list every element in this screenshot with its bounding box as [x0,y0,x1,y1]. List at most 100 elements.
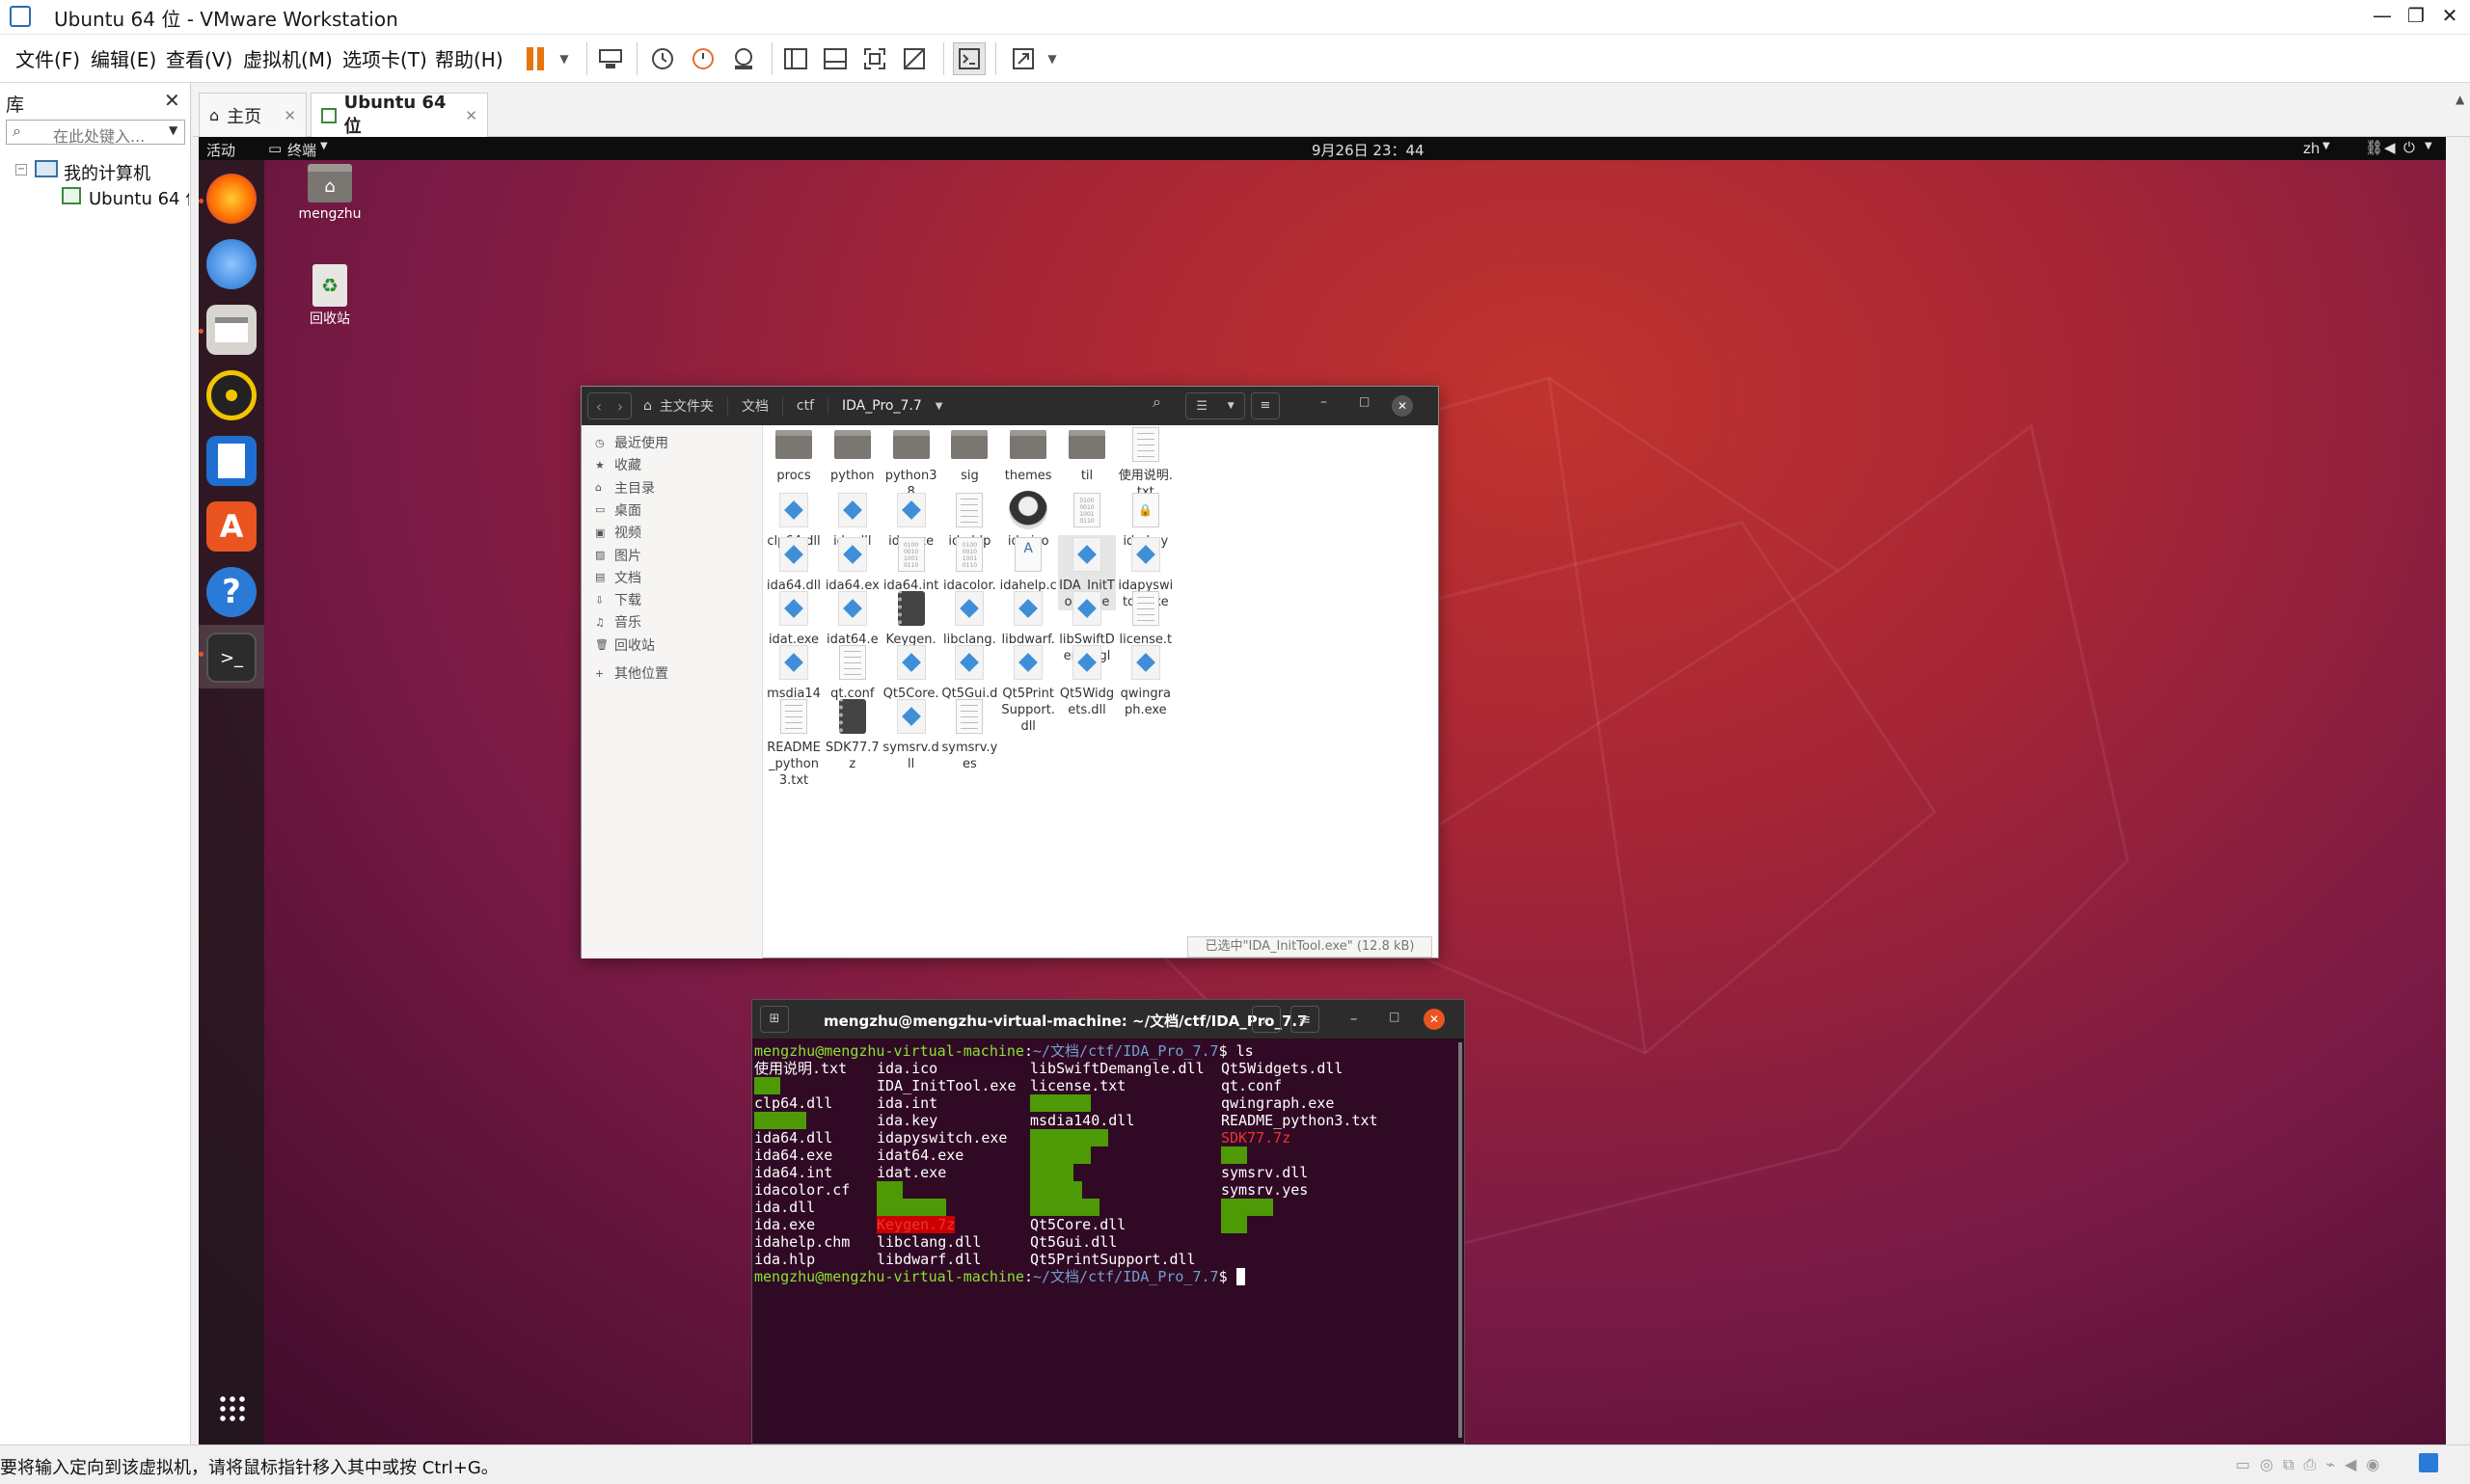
tab-home[interactable]: ⌂ 主页 ✕ [199,93,307,137]
file-item[interactable]: Qt5PrintSupport.dll [999,643,1057,735]
tab-close-icon[interactable]: ✕ [465,107,477,124]
app-menu[interactable]: 终端 [287,140,316,160]
revert-snapshot-icon[interactable] [687,42,719,75]
network-icon[interactable]: ⛓ [2365,139,2383,156]
usb-icon[interactable]: ⌁ [2325,1455,2335,1476]
file-item[interactable]: symsrv.yes [940,697,998,772]
stretch-guest-icon[interactable] [1007,42,1040,75]
file-item[interactable]: python38 [882,425,940,500]
sound-icon[interactable]: ◀ [2345,1455,2356,1476]
app-menu-arrow-icon[interactable]: ▼ [320,141,328,151]
search-dropdown-icon[interactable]: ▼ [169,123,177,137]
maximize-icon[interactable]: □ [1359,394,1370,408]
close-icon[interactable]: ✕ [1424,1009,1445,1030]
back-icon[interactable]: ‹ [596,397,602,416]
sidebar-item-other-locations[interactable]: + 其他位置 [595,663,668,683]
tab-close-icon[interactable]: ✕ [284,107,296,124]
forward-icon[interactable]: › [617,397,623,416]
sidebar-item-starred[interactable]: ★ 收藏 [595,455,641,474]
full-screen-icon[interactable] [858,42,891,75]
firefox-icon[interactable] [206,174,257,224]
pause-dropdown-icon[interactable]: ▼ [548,42,581,75]
tree-collapse-icon[interactable]: − [15,164,27,175]
sidebar-item-documents[interactable]: ▤ 文档 [595,568,641,587]
printer-icon[interactable]: ⎙ [2304,1455,2317,1476]
breadcrumb-ctf[interactable]: ctf [783,398,829,414]
path-menu-arrow-icon[interactable]: ▼ [930,401,943,412]
desktop-home-folder[interactable]: ⌂ mengzhu [291,164,368,222]
sidebar-item-desktop[interactable]: ▭ 桌面 [595,500,641,520]
thunderbird-icon[interactable] [206,239,257,289]
minimize-button[interactable]: — [2363,4,2402,27]
help-icon[interactable]: ? [206,567,257,617]
scroll-up-icon[interactable]: ▲ [2456,93,2464,106]
menu-edit[interactable]: 编辑(E) [91,44,156,72]
breadcrumb-home[interactable]: 主文件夹 [658,396,728,416]
file-item[interactable]: SDK77.7z [824,697,882,772]
close-icon[interactable]: ✕ [1392,395,1413,417]
snapshot-icon[interactable] [646,42,679,75]
hamburger-menu-icon[interactable]: ≡ [1290,1006,1319,1033]
software-center-icon[interactable]: A [206,501,257,552]
file-item[interactable]: symsrv.dll [882,697,940,772]
file-item[interactable]: idat.exe [765,589,823,648]
menu-tabs[interactable]: 选项卡(T) [342,44,427,72]
tab-ubuntu[interactable]: Ubuntu 64 位 ✕ [311,93,488,137]
search-icon[interactable]: ⌕ [1252,1006,1281,1033]
vm-display[interactable]: 活动 ▭ 终端 ▼ 9月26日 23：44 zh ▼ ⛓ ◀ ⏻ ▼ A ? >… [199,137,2446,1444]
show-library-icon[interactable] [779,42,812,75]
terminal-output[interactable]: mengzhu@mengzhu-virtual-machine:~/文档/ctf… [752,1042,1462,1444]
power-icon[interactable]: ⏻ [2403,139,2415,156]
file-item[interactable]: README_python3.txt [765,697,823,789]
stretch-dropdown-icon[interactable]: ▼ [1036,42,1069,75]
network-adapter-icon[interactable]: ⧉ [2283,1455,2294,1476]
thumbnail-bar-icon[interactable] [819,42,852,75]
file-item[interactable]: 0100 0010 1001 0110 ida64.int [882,535,940,594]
pause-button[interactable] [519,42,552,75]
snapshot-manager-icon[interactable] [727,42,760,75]
file-item[interactable]: ida64.dll [765,535,823,594]
file-item[interactable]: Qt5Widgets.dll [1058,643,1116,718]
file-item[interactable]: sig [940,425,998,484]
file-item[interactable]: til [1058,425,1116,484]
unity-mode-icon[interactable] [898,42,931,75]
sidebar-item-music[interactable]: ♫ 音乐 [595,612,641,632]
activities-button[interactable]: 活动 [206,140,235,160]
breadcrumb-docs[interactable]: 文档 [728,396,783,416]
tree-vm-label[interactable]: Ubuntu 64 位 [89,185,189,210]
breadcrumb-current[interactable]: IDA_Pro_7.7 [828,398,930,414]
tree-root-label[interactable]: 我的计算机 [64,160,150,185]
file-item[interactable]: themes [999,425,1057,484]
close-button[interactable]: ✕ [2430,4,2469,27]
terminal-window[interactable]: ⊞ mengzhu@mengzhu-virtual-machine: ~/文档/… [751,999,1465,1444]
sidebar-item-trash[interactable]: 🗑 回收站 [595,635,655,655]
file-item[interactable]: procs [765,425,823,484]
desktop-trash[interactable]: ♻ 回收站 [291,264,368,328]
restore-button[interactable]: ❐ [2397,4,2435,27]
menu-vm[interactable]: 虚拟机(M) [243,44,333,72]
language-arrow-icon[interactable]: ▼ [2322,141,2330,151]
file-item[interactable]: qt.conf [824,643,882,702]
hard-disk-icon[interactable]: ▭ [2236,1455,2250,1476]
sidebar-item-home[interactable]: ⌂ 主目录 [595,478,655,498]
minimize-icon[interactable]: – [1320,394,1327,410]
new-tab-icon[interactable]: ⊞ [760,1006,789,1033]
menu-file[interactable]: 文件(F) [15,44,80,72]
view-options-arrow-icon[interactable]: ▼ [1228,401,1235,411]
system-menu-arrow-icon[interactable]: ▼ [2425,141,2432,151]
file-item[interactable]: python [824,425,882,484]
hamburger-menu-icon[interactable]: ≡ [1251,392,1280,419]
file-item[interactable]: 使用说明.txt [1117,425,1175,500]
terminal-scrollbar[interactable] [1458,1042,1462,1438]
maximize-icon[interactable]: □ [1389,1010,1399,1023]
library-search-input[interactable]: ⌕ 在此处键入... ▼ [6,120,185,146]
send-ctrl-alt-del-icon[interactable] [594,42,627,75]
files-icon[interactable] [206,305,257,355]
menu-help[interactable]: 帮助(H) [435,44,503,72]
file-item[interactable]: qwingraph.exe [1117,643,1175,718]
sidebar-item-downloads[interactable]: ⇩ 下载 [595,590,641,609]
minimize-icon[interactable]: – [1350,1010,1358,1027]
console-view-icon[interactable] [953,42,986,75]
language-indicator[interactable]: zh [2303,140,2320,157]
library-close-icon[interactable]: ✕ [164,89,180,112]
